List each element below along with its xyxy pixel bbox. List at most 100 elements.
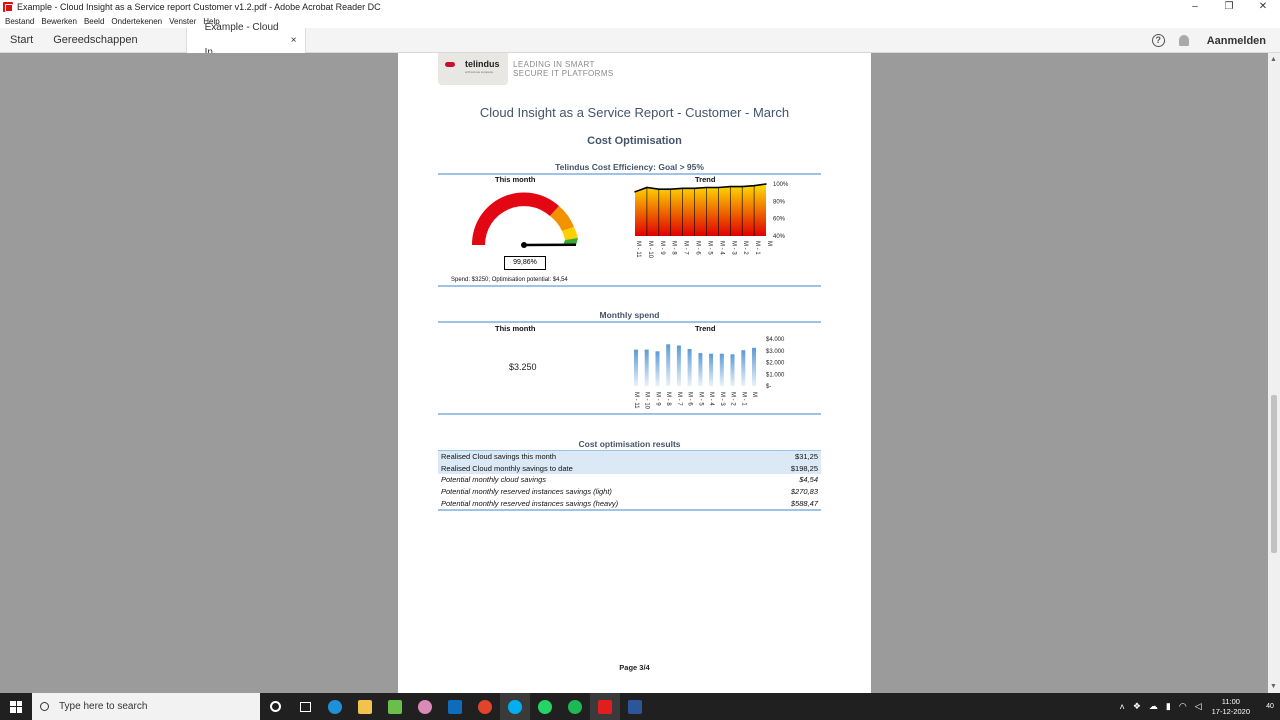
spend-bar xyxy=(676,345,681,386)
skype-icon[interactable] xyxy=(500,693,530,720)
trend-point xyxy=(765,183,767,185)
trend-point xyxy=(717,186,720,189)
cortana-icon[interactable] xyxy=(260,693,290,720)
table-row: Potential monthly cloud savings $4,54 xyxy=(438,474,821,486)
acrobat-taskbar-icon[interactable] xyxy=(590,693,620,720)
outlook-icon[interactable] xyxy=(440,693,470,720)
spend-xtick-label: M - 10 xyxy=(644,392,650,410)
spend-title: Monthly spend xyxy=(599,310,660,320)
spend-ytick-label: $4.000 xyxy=(766,337,785,343)
menu-bestand[interactable]: Bestand xyxy=(5,17,34,26)
spend-bar xyxy=(634,349,638,386)
logo-name: telindus xyxy=(465,59,500,69)
document-viewer[interactable]: telindus a Proximus company LEADING IN S… xyxy=(0,53,1280,693)
close-button[interactable]: ✕ xyxy=(1246,0,1280,14)
menu-bewerken[interactable]: Bewerken xyxy=(41,17,77,26)
gauge-pivot xyxy=(521,242,527,248)
gauge-red-segment xyxy=(471,192,559,245)
scroll-up-icon[interactable]: ▲ xyxy=(1270,56,1277,63)
spend-bar xyxy=(666,344,671,386)
spend-rule xyxy=(438,321,821,323)
notifications-icon[interactable]: 40 xyxy=(1260,693,1280,720)
spend-bar xyxy=(752,347,756,386)
spend-xtick-label: M - 2 xyxy=(730,392,736,406)
tab-start[interactable]: Start xyxy=(0,28,43,53)
result-label: Potential monthly reserved instances sav… xyxy=(441,498,619,508)
spend-xtick-label: M - 11 xyxy=(633,392,639,409)
file-explorer-icon[interactable] xyxy=(350,693,380,720)
help-icon[interactable]: ? xyxy=(1151,34,1165,47)
result-value: $198,25 xyxy=(762,462,821,475)
menu-beeld[interactable]: Beeld xyxy=(84,17,104,26)
spend-ytick-label: $3.000 xyxy=(766,349,785,355)
wifi-icon[interactable]: ◠ xyxy=(1179,701,1187,712)
trend-ytick-label: 60% xyxy=(773,217,786,223)
bell-icon[interactable] xyxy=(1178,35,1189,46)
tab-bar: Start Gereedschappen Example - Cloud In.… xyxy=(0,22,1280,58)
spend-bar xyxy=(644,349,649,386)
spend-bar xyxy=(709,353,714,386)
paint-icon[interactable] xyxy=(410,693,440,720)
signin-button[interactable]: Aanmelden xyxy=(1207,35,1266,47)
tab-tools[interactable]: Gereedschappen xyxy=(43,28,147,53)
result-value: $31,25 xyxy=(762,451,821,463)
onedrive-icon[interactable]: ☁ xyxy=(1149,701,1158,712)
efficiency-title: Telindus Cost Efficiency: Goal > 95% xyxy=(555,162,704,172)
acrobat-icon xyxy=(3,2,13,12)
table-row: Realised Cloud savings this month $31,25 xyxy=(438,451,821,463)
window-controls: – ❐ ✕ xyxy=(1178,0,1280,14)
scroll-down-icon[interactable]: ▼ xyxy=(1270,683,1277,690)
whatsapp-icon[interactable] xyxy=(530,693,560,720)
trend-point xyxy=(634,191,636,193)
scrollbar-thumb[interactable] xyxy=(1271,395,1277,553)
tab-document[interactable]: Example - Cloud In... × xyxy=(185,22,306,58)
spend-xtick-label: M - 5 xyxy=(697,392,703,406)
trend-xtick-label: M - 10 xyxy=(647,241,653,259)
show-hidden-icons-icon[interactable]: ˄ xyxy=(1120,702,1125,712)
maximize-button[interactable]: ❐ xyxy=(1212,0,1246,14)
taskbar-search[interactable]: Type here to search xyxy=(32,693,260,720)
dropbox-icon[interactable]: ❖ xyxy=(1133,701,1141,712)
windows-start-button[interactable] xyxy=(0,693,32,720)
search-placeholder: Type here to search xyxy=(59,701,148,712)
edge-icon[interactable] xyxy=(320,693,350,720)
trend-xtick-label: M - 11 xyxy=(635,241,641,258)
spend-ytick-label: $- xyxy=(766,384,771,390)
spend-xtick-label: M - 3 xyxy=(719,392,725,406)
spend-xtick-label: M xyxy=(751,392,757,397)
menu-ondertekenen[interactable]: Ondertekenen xyxy=(111,17,162,26)
spend-ytick-label: $2.000 xyxy=(766,361,785,367)
battery-icon[interactable]: ▮ xyxy=(1166,701,1171,712)
spend-this-month-label: This month xyxy=(495,324,536,333)
trend-xtick-label: M - 8 xyxy=(671,241,677,255)
table-row: Realised Cloud monthly savings to date $… xyxy=(438,462,821,475)
menu-venster[interactable]: Venster xyxy=(169,17,196,26)
word-icon[interactable] xyxy=(620,693,650,720)
trend-area-fill xyxy=(635,184,766,236)
task-view-icon[interactable] xyxy=(290,693,320,720)
trend-ytick-label: 80% xyxy=(773,199,786,205)
result-value: $270,83 xyxy=(790,487,818,497)
spend-xtick-label: M - 1 xyxy=(740,392,746,406)
spend-bar xyxy=(741,350,746,386)
results-title: Cost optimisation results xyxy=(578,439,681,449)
result-label: Realised Cloud savings this month xyxy=(438,451,763,463)
trend-xtick-label: M - 7 xyxy=(683,241,689,255)
spend-xtick-label: M - 4 xyxy=(708,392,714,406)
taskbar-clock[interactable]: 11:00 17-12-2020 xyxy=(1212,697,1250,717)
page-number: Page 3/4 xyxy=(619,663,650,672)
chrome-icon[interactable] xyxy=(470,693,500,720)
trend-point xyxy=(753,184,755,187)
close-tab-icon[interactable]: × xyxy=(291,28,297,53)
result-label: Potential monthly cloud savings xyxy=(441,475,547,485)
minimize-button[interactable]: – xyxy=(1178,0,1212,14)
trend-xtick-label: M - 5 xyxy=(706,241,712,255)
trend-xtick-label: M xyxy=(766,241,772,246)
windows-logo-icon xyxy=(10,700,22,713)
report-title: Cloud Insight as a Service Report - Cust… xyxy=(479,105,790,120)
vertical-scrollbar[interactable]: ▲ ▼ xyxy=(1268,53,1280,693)
efficiency-note: Spend: $3250; Optimisation potential: $4… xyxy=(451,277,568,283)
volume-icon[interactable]: ◁ xyxy=(1195,701,1202,712)
snipping-tool-icon[interactable] xyxy=(380,693,410,720)
spotify-icon[interactable] xyxy=(560,693,590,720)
